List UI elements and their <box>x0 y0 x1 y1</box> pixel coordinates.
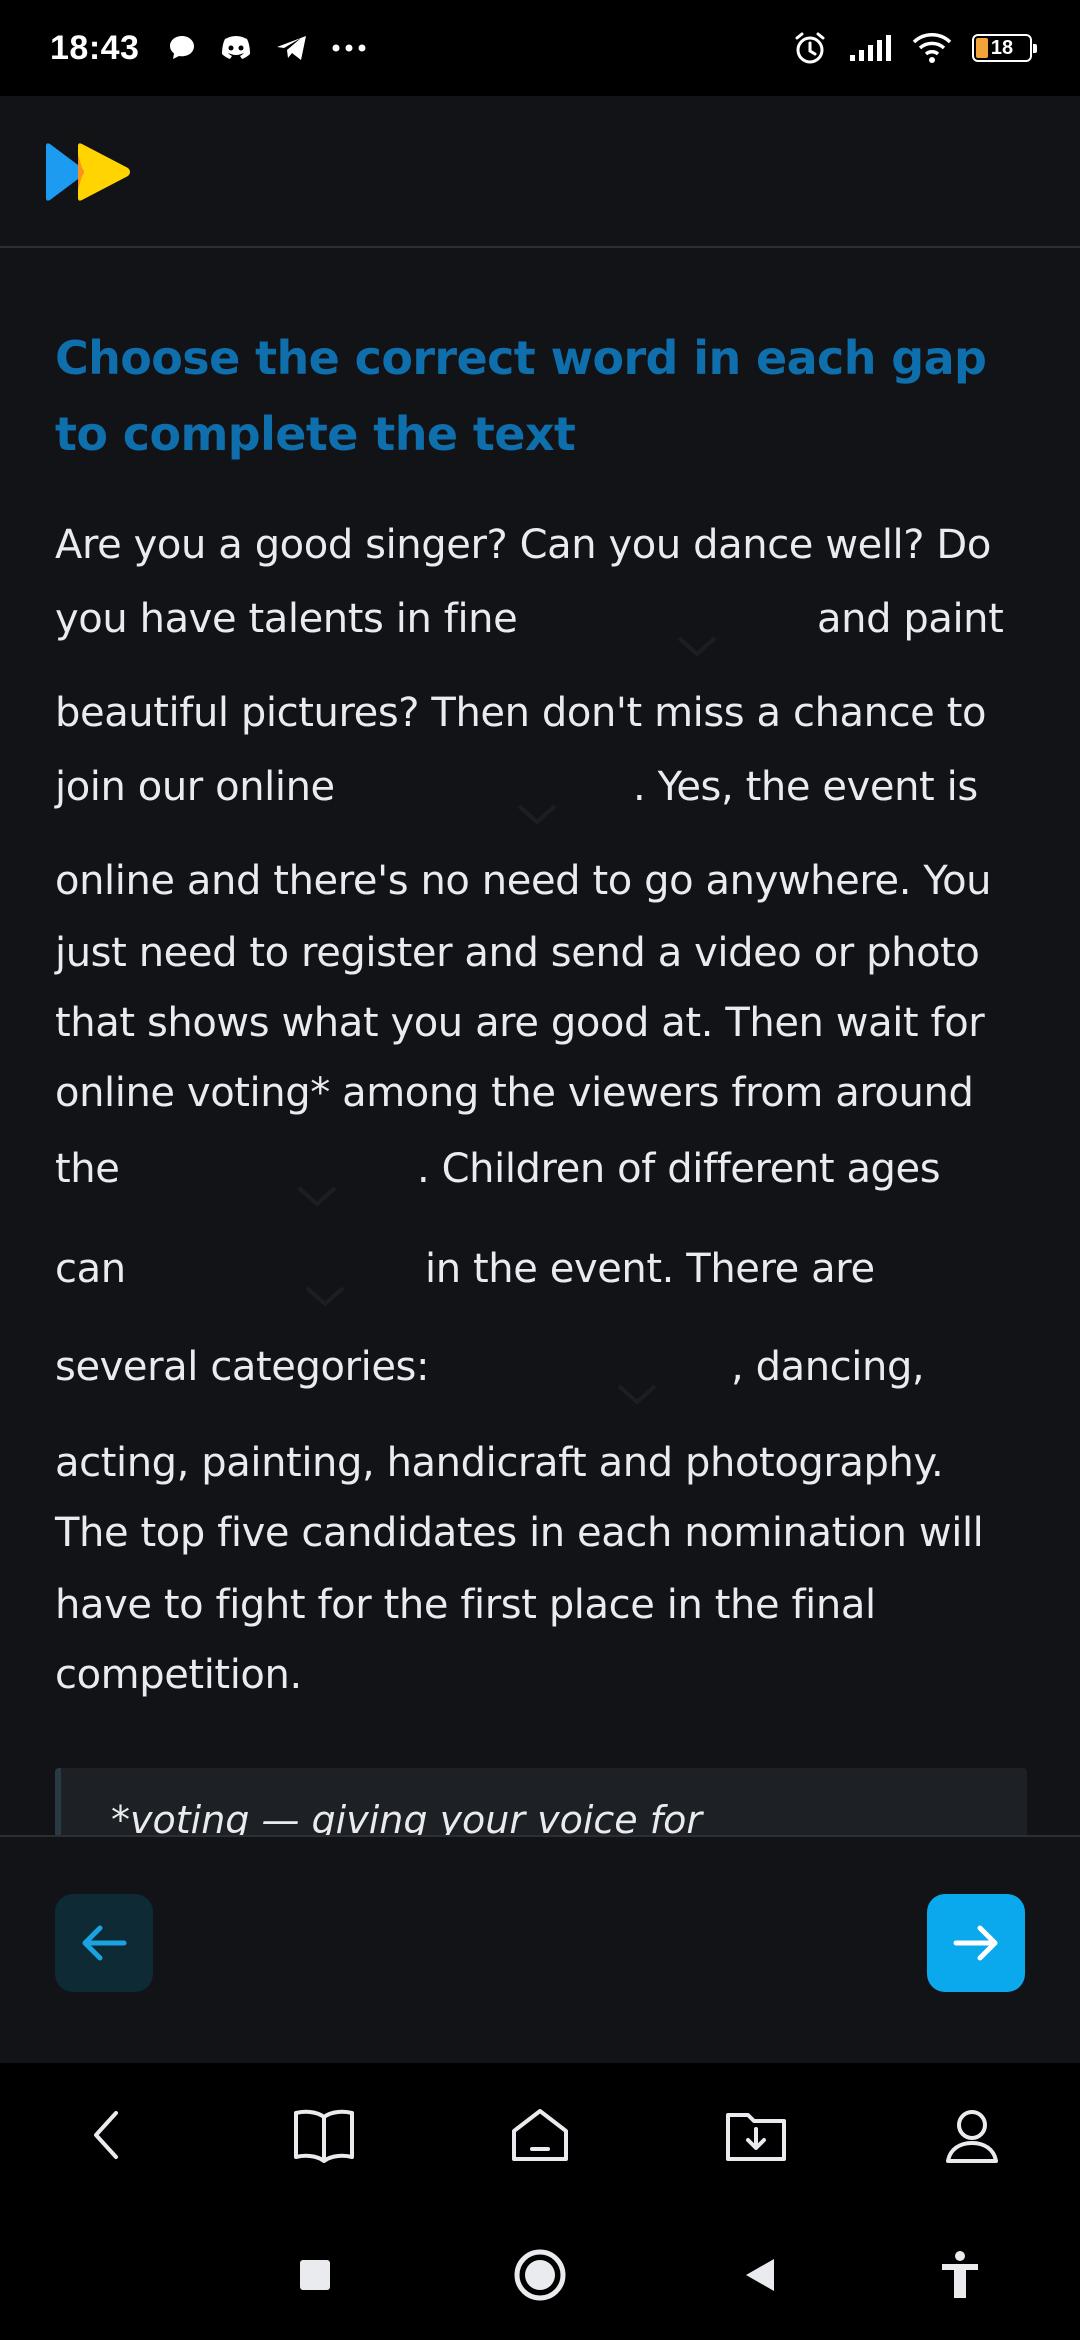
next-button[interactable] <box>927 1894 1025 1992</box>
back-chevron-icon[interactable] <box>74 2103 138 2167</box>
gap-dropdown-2[interactable] <box>345 744 665 834</box>
discord-icon <box>219 33 253 63</box>
accessibility-icon[interactable] <box>930 2245 990 2305</box>
home-icon[interactable] <box>508 2103 572 2167</box>
gap-dropdown-3[interactable] <box>125 1126 435 1216</box>
footnote-box: *voting — giving your voice for <box>55 1768 1027 1835</box>
text-line: that shows what you are good at. Then wa… <box>55 1000 985 1046</box>
more-dots-icon <box>331 43 367 53</box>
alarm-icon <box>792 30 828 66</box>
text-line: beautiful pictures? Then don't miss a ch… <box>55 690 987 736</box>
status-left: 18:43 <box>50 29 367 68</box>
footnote-text: *voting — giving your voice for <box>111 1798 702 1835</box>
status-bar: 18:43 18 <box>0 0 1080 96</box>
text-line: just need to register and send a video o… <box>55 930 980 976</box>
book-icon[interactable] <box>292 2103 356 2167</box>
chevron-down-icon <box>677 636 717 657</box>
battery-icon: 18 <box>972 34 1037 62</box>
gap-dropdown-5[interactable] <box>453 1324 773 1414</box>
chevron-down-icon <box>617 1384 657 1405</box>
chevron-down-icon <box>517 804 557 825</box>
gap-dropdown-4[interactable] <box>143 1226 453 1316</box>
chevron-down-icon <box>297 1186 337 1207</box>
task-title: Choose the correct word in each gap to c… <box>55 331 987 461</box>
download-folder-icon[interactable] <box>724 2103 788 2167</box>
recents-square-icon[interactable] <box>285 2245 345 2305</box>
arrow-right-icon <box>953 1925 998 1961</box>
wifi-icon <box>912 32 952 64</box>
app-bottom-nav <box>0 2063 1080 2205</box>
text-line: acting, painting, handicraft and photogr… <box>55 1440 944 1486</box>
chevron-down-icon <box>305 1286 345 1307</box>
text-line: The top five candidates in each nominati… <box>55 1510 984 1556</box>
status-right: 18 <box>792 30 1037 66</box>
arrow-left-icon <box>82 1925 127 1961</box>
back-triangle-icon[interactable] <box>730 2245 790 2305</box>
text-line: have to fight for the first place in the… <box>55 1582 876 1628</box>
battery-level: 18 <box>990 36 1014 59</box>
text-line: competition. <box>55 1652 302 1698</box>
telegram-icon <box>275 33 309 63</box>
text-line: Are you a good singer? Can you dance wel… <box>55 522 991 568</box>
chat-bubble-icon <box>167 33 197 63</box>
profile-icon[interactable] <box>940 2103 1004 2167</box>
text-line: online voting* among the viewers from ar… <box>55 1070 974 1116</box>
signal-icon <box>848 33 892 63</box>
app-header <box>0 96 1080 248</box>
exercise-content: Choose the correct word in each gap to c… <box>0 250 1080 1835</box>
home-circle-icon[interactable] <box>510 2245 570 2305</box>
text-line: online and there's no need to go anywher… <box>55 858 992 904</box>
navigation-actions <box>0 1835 1080 2063</box>
status-time: 18:43 <box>50 28 140 67</box>
gap-dropdown-1[interactable] <box>515 576 815 666</box>
app-logo-icon[interactable] <box>42 140 134 208</box>
previous-button[interactable] <box>55 1894 153 1992</box>
system-nav-bar <box>0 2205 1080 2340</box>
